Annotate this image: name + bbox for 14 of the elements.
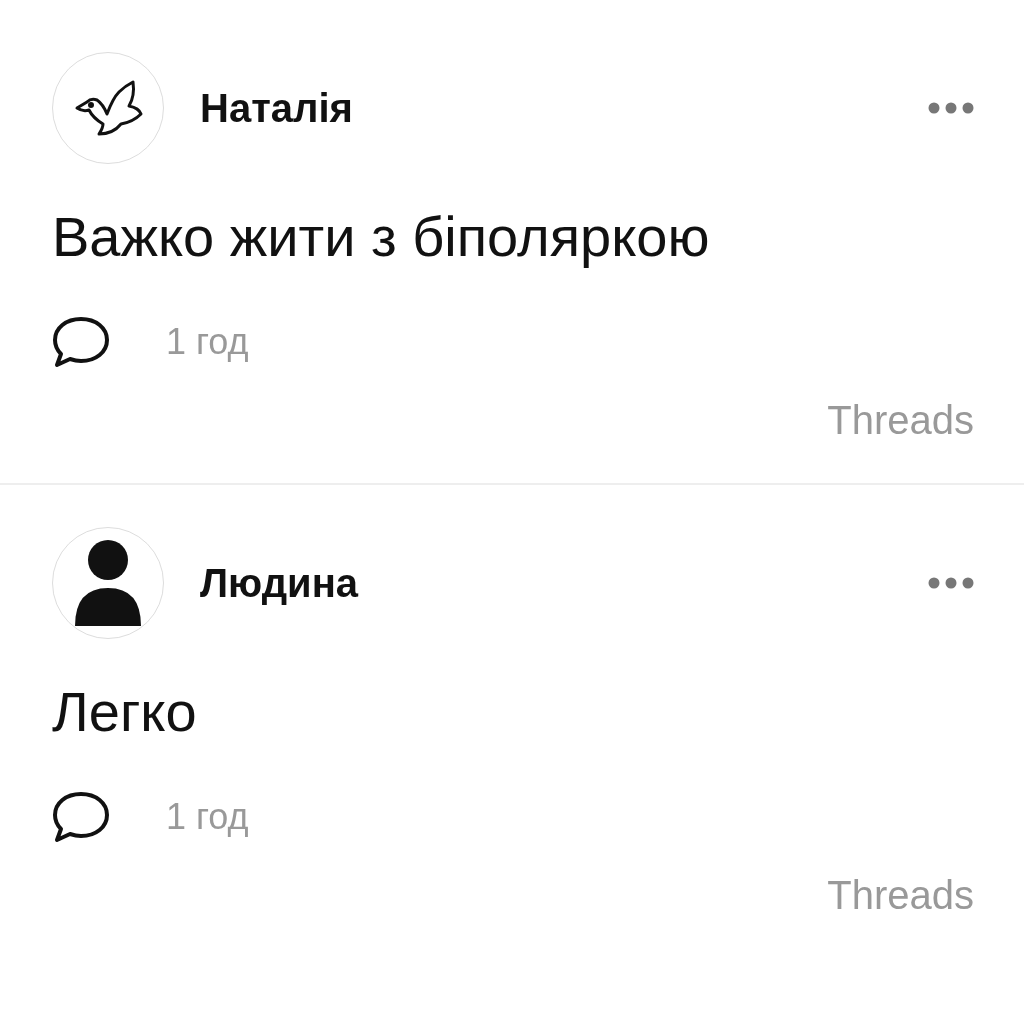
source-label: Threads (826, 873, 974, 918)
post-text: Важко жити з біполяркою (52, 204, 711, 270)
comment-icon[interactable] (52, 791, 110, 843)
bird-icon (73, 78, 143, 138)
comment-icon[interactable] (52, 316, 110, 368)
person-icon (73, 540, 143, 626)
timestamp: 1 год (166, 321, 249, 363)
more-icon[interactable] (928, 102, 974, 114)
username[interactable]: Наталія (200, 85, 928, 131)
more-icon[interactable] (928, 577, 974, 589)
source-label: Threads (826, 398, 974, 443)
timestamp: 1 год (166, 796, 249, 838)
post-text: Легко (52, 679, 198, 745)
username[interactable]: Людина (200, 560, 928, 606)
